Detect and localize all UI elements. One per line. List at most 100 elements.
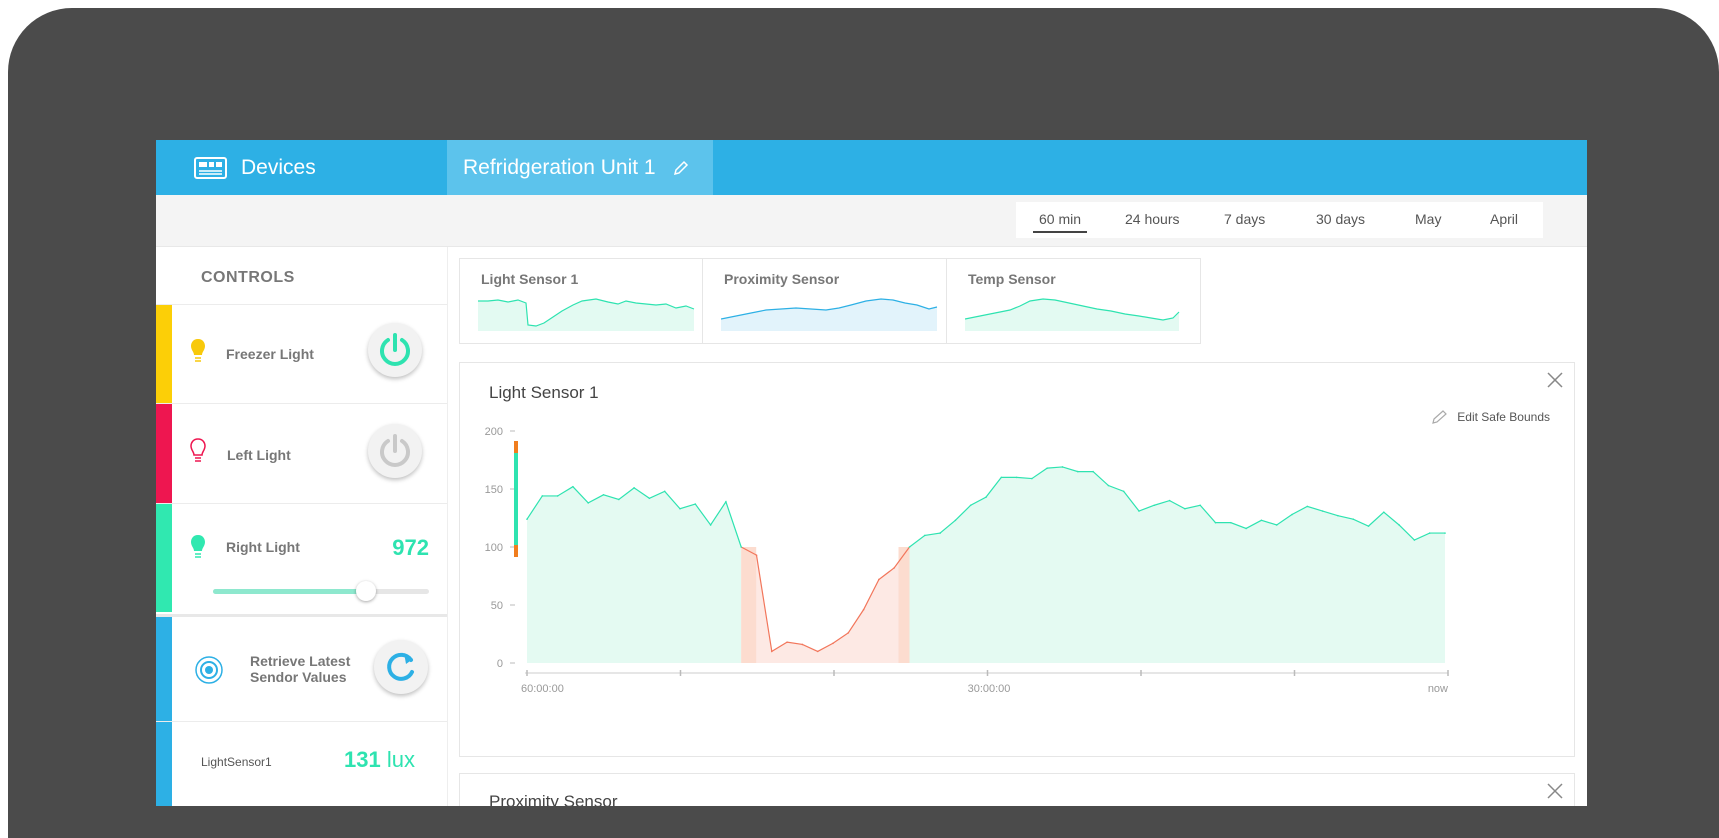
area-in-bounds bbox=[909, 466, 1445, 663]
data-point bbox=[786, 641, 788, 643]
status-stripe bbox=[156, 617, 172, 721]
data-point bbox=[985, 496, 987, 498]
data-point bbox=[1000, 476, 1003, 479]
range-60-min[interactable]: 60 min bbox=[1033, 211, 1088, 233]
data-point bbox=[618, 498, 620, 501]
close-icon[interactable] bbox=[1546, 782, 1564, 805]
power-icon bbox=[380, 333, 410, 366]
bound-crossing-band bbox=[898, 547, 910, 663]
sparkline-title: Temp Sensor bbox=[968, 271, 1056, 287]
power-toggle-left-light[interactable] bbox=[368, 424, 422, 478]
refresh-button[interactable] bbox=[374, 640, 428, 694]
data-point bbox=[893, 567, 895, 569]
status-stripe bbox=[156, 305, 172, 404]
power-toggle-freezer[interactable] bbox=[368, 323, 422, 377]
data-point bbox=[1428, 532, 1431, 534]
data-point bbox=[1413, 539, 1416, 541]
data-point bbox=[1321, 510, 1324, 512]
data-point bbox=[556, 495, 559, 497]
data-point bbox=[954, 519, 957, 522]
data-point bbox=[816, 650, 819, 653]
data-point bbox=[1275, 524, 1278, 526]
pencil-icon[interactable] bbox=[672, 159, 690, 177]
data-point bbox=[1367, 525, 1370, 527]
data-point bbox=[1138, 510, 1140, 512]
status-stripe bbox=[156, 504, 172, 612]
brightness-slider[interactable] bbox=[213, 581, 429, 601]
controls-heading: CONTROLS bbox=[201, 269, 295, 286]
chart-card-light-sensor: Light Sensor 1 Edit Safe Bounds 200 150 10… bbox=[459, 362, 1575, 757]
data-point bbox=[1291, 513, 1293, 516]
data-point bbox=[801, 643, 804, 646]
slider-handle[interactable] bbox=[356, 581, 377, 601]
data-point bbox=[862, 608, 865, 611]
data-point bbox=[908, 546, 911, 548]
data-point bbox=[878, 578, 880, 581]
data-point bbox=[924, 534, 926, 537]
controls-sidebar: CONTROLS Freezer Light Left Light Right … bbox=[156, 247, 448, 806]
chart-card-proximity-sensor: Proximity Sensor bbox=[459, 773, 1575, 806]
control-label: Right Light bbox=[226, 539, 300, 555]
bulb-outline-icon bbox=[190, 438, 206, 462]
chart-title: Proximity Sensor bbox=[489, 792, 618, 806]
range-may[interactable]: May bbox=[1415, 211, 1441, 227]
data-point bbox=[1444, 532, 1446, 534]
time-range-selector: 60 min 24 hours 7 days 30 days May April bbox=[1016, 202, 1543, 238]
data-point bbox=[740, 546, 742, 548]
control-freezer-light: Freezer Light bbox=[156, 304, 447, 404]
data-point bbox=[939, 532, 941, 534]
upper-bound-marker bbox=[514, 441, 518, 453]
light-sensor-chart: 200 150 100 50 0 60:00:00 30:00:00 now bbox=[485, 426, 1449, 695]
range-24-hours[interactable]: 24 hours bbox=[1125, 211, 1179, 227]
control-label: Left Light bbox=[227, 447, 291, 463]
time-range-bar: 60 min 24 hours 7 days 30 days May April bbox=[156, 195, 1587, 247]
data-point bbox=[1398, 524, 1400, 526]
slider-fill bbox=[213, 589, 367, 594]
devices-label: Devices bbox=[241, 155, 316, 179]
range-30-days[interactable]: 30 days bbox=[1316, 211, 1365, 227]
y-tick-label: 150 bbox=[485, 484, 503, 496]
safe-bounds-bar bbox=[514, 441, 518, 547]
range-7-days[interactable]: 7 days bbox=[1224, 211, 1265, 227]
area-in-bounds bbox=[527, 486, 742, 663]
sparkline-card-proximity-sensor[interactable]: Proximity Sensor bbox=[702, 258, 957, 344]
data-point bbox=[1199, 504, 1201, 507]
data-point bbox=[1168, 499, 1171, 502]
data-point bbox=[633, 487, 635, 489]
data-point bbox=[1245, 527, 1247, 530]
devices-nav[interactable]: Devices bbox=[194, 140, 316, 195]
sparkline-title: Light Sensor 1 bbox=[481, 271, 579, 287]
range-april[interactable]: April bbox=[1490, 211, 1518, 227]
x-tick-label: 30:00:00 bbox=[968, 683, 1011, 695]
data-point bbox=[771, 650, 773, 653]
data-point bbox=[1230, 521, 1232, 524]
data-point bbox=[1092, 470, 1094, 473]
sparkline-chart bbox=[965, 298, 1180, 331]
sensor-reading-row: LightSensor1 131 lux bbox=[156, 721, 447, 806]
data-point bbox=[725, 500, 727, 503]
data-point bbox=[1260, 519, 1263, 522]
tab-refrigeration-unit[interactable]: Refridgeration Unit 1 bbox=[447, 140, 713, 195]
data-point bbox=[679, 507, 681, 510]
power-icon bbox=[380, 434, 410, 467]
y-tick-label: 100 bbox=[485, 542, 503, 554]
data-point bbox=[1214, 521, 1217, 524]
sparkline-card-temp-sensor[interactable]: Temp Sensor bbox=[946, 258, 1201, 344]
data-point bbox=[1337, 514, 1339, 517]
data-point bbox=[648, 497, 651, 500]
status-stripe bbox=[156, 404, 172, 504]
y-tick-label: 50 bbox=[491, 600, 503, 612]
area-out-of-bounds bbox=[741, 547, 910, 663]
data-point bbox=[1061, 466, 1064, 468]
data-point bbox=[602, 494, 605, 496]
sparkline-card-light-sensor[interactable]: Light Sensor 1 bbox=[459, 258, 714, 344]
y-tick-label: 0 bbox=[497, 658, 503, 670]
data-point bbox=[663, 490, 666, 493]
data-point bbox=[1077, 470, 1079, 473]
sensor-name: LightSensor1 bbox=[201, 755, 272, 769]
sensor-reading: 131 lux bbox=[344, 747, 415, 773]
data-point bbox=[969, 504, 972, 507]
top-bar: Devices Refridgeration Unit 1 bbox=[156, 140, 1587, 195]
data-point bbox=[1107, 484, 1110, 487]
control-label: Freezer Light bbox=[226, 346, 314, 362]
